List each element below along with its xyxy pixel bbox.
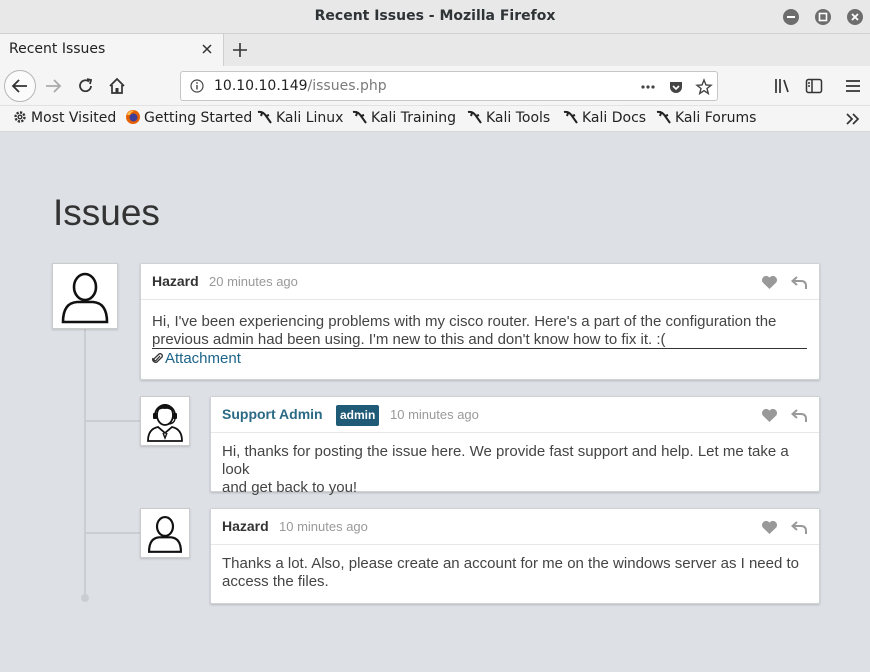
post-timestamp: 20 minutes ago [209,274,298,289]
bookmark-label: Kali Forums [675,110,757,126]
reply-icon[interactable] [791,275,808,290]
page-title: Issues [53,192,160,233]
timeline-end-dot [81,594,89,602]
address-bar[interactable]: 10.10.10.149/issues.php [180,71,718,101]
tab-close-icon[interactable] [200,42,214,56]
window-title: Recent Issues - Mozilla Firefox [314,8,556,24]
back-arrow-icon [11,79,27,93]
pocket-icon[interactable] [667,78,685,96]
bookmark-getting-started[interactable]: Getting Started [125,109,252,126]
post-body: Thanks a lot. Also, please create an acc… [222,555,807,591]
reply-icon[interactable] [791,408,808,423]
tab-strip: Recent Issues [0,34,870,66]
url-host: 10.10.10.149 [214,78,308,94]
post-card: Hazard 10 minutes ago Thanks a lot. Also… [210,508,820,604]
post-timestamp: 10 minutes ago [279,519,368,534]
post-header: Hazard 10 minutes ago [211,509,819,545]
timeline-line [84,327,86,595]
minimize-button[interactable] [783,9,799,25]
close-icon [851,13,859,21]
navigation-toolbar: 10.10.10.149/issues.php [0,66,870,106]
reply-icon[interactable] [791,520,808,535]
post-card: Support Admin admin 10 minutes ago Hi, t… [210,396,820,496]
maximize-icon [818,12,828,22]
chevron-double-right-icon[interactable] [844,110,862,128]
bookmark-label: Kali Tools [486,110,551,126]
post-timestamp: 10 minutes ago [390,407,479,422]
tab-label: Recent Issues [9,41,106,57]
kali-dragon-icon [352,110,367,124]
post-text-line: Hi, I've been experiencing problems with… [152,313,777,330]
attachment-label: Attachment [165,350,241,367]
page-actions-icon[interactable] [639,78,657,96]
post-card: Hazard 20 minutes ago Hi, I've been expe… [140,263,820,380]
page-content: Issues Hazard 20 minutes ago Hi, I've be… [0,132,870,672]
heart-icon[interactable] [761,408,778,423]
bookmark-label: Most Visited [31,110,117,126]
kali-dragon-icon [257,110,272,124]
url-path: /issues.php [307,78,387,94]
post-avatar-support-admin [140,396,190,446]
bookmark-label: Kali Training [371,110,456,126]
bookmark-star-icon[interactable] [695,78,713,96]
bookmark-kali-training[interactable]: Kali Training [352,109,456,126]
attachment-link[interactable]: Attachment [152,350,241,367]
bookmark-kali-tools[interactable]: Kali Tools [467,109,550,126]
firefox-icon [126,110,140,124]
timeline-connector [86,420,140,422]
post-avatar-hazard [52,263,118,329]
post-author[interactable]: Hazard [152,273,199,289]
paperclip-icon [152,353,163,363]
forward-arrow-icon[interactable] [43,76,63,96]
site-info-icon[interactable] [190,79,204,93]
url-text[interactable]: 10.10.10.149/issues.php [214,78,387,94]
bookmark-kali-linux[interactable]: Kali Linux [257,109,343,126]
post-text-line: access the files. [222,573,329,590]
close-window-button[interactable] [847,9,863,25]
bookmark-label: Getting Started [144,110,253,126]
tab-recent-issues[interactable]: Recent Issues [0,34,224,66]
post-text-line: previous admin had been using. I'm new t… [152,331,666,348]
home-icon[interactable] [107,76,127,96]
user-avatar-icon [61,272,109,324]
bookmark-label: Kali Linux [276,110,344,126]
gear-icon [14,111,26,123]
maximize-button[interactable] [815,9,831,25]
bookmark-kali-docs[interactable]: Kali Docs [563,109,646,126]
sidebar-icon[interactable] [804,76,824,96]
kali-dragon-icon [563,110,578,124]
bookmark-most-visited[interactable]: Most Visited [12,109,116,126]
bookmarks-toolbar: Most Visited Getting Started Kali Linux … [0,106,870,132]
window-titlebar: Recent Issues - Mozilla Firefox [0,0,870,34]
reload-icon[interactable] [76,76,96,96]
post-text-line: and get back to you! [222,479,358,496]
support-agent-avatar-icon [147,404,183,442]
admin-badge: admin [336,405,380,426]
post-text-line: Thanks a lot. Also, please create an acc… [222,555,799,572]
bookmark-kali-forums[interactable]: Kali Forums [656,109,756,126]
bookmark-label: Kali Docs [582,110,647,126]
post-body: Hi, I've been experiencing problems with… [152,313,807,349]
post-author[interactable]: Hazard [222,518,269,534]
post-header: Hazard 20 minutes ago [141,264,819,300]
back-button[interactable] [4,70,36,102]
timeline-connector [86,532,140,534]
heart-icon[interactable] [761,520,778,535]
post-text-line: Hi, thanks for posting the issue here. W… [222,443,789,478]
minimize-icon [787,16,795,18]
divider [152,348,807,349]
post-header: Support Admin admin 10 minutes ago [211,397,819,433]
menu-hamburger-icon[interactable] [843,76,863,96]
kali-dragon-icon [656,110,671,124]
post-author[interactable]: Support Admin [222,406,323,422]
new-tab-icon[interactable] [231,41,249,59]
post-avatar-hazard [140,508,190,558]
user-avatar-icon [147,515,183,553]
post-body: Hi, thanks for posting the issue here. W… [222,443,807,497]
library-icon[interactable] [773,76,793,96]
heart-icon[interactable] [761,275,778,290]
kali-dragon-icon [467,110,482,124]
